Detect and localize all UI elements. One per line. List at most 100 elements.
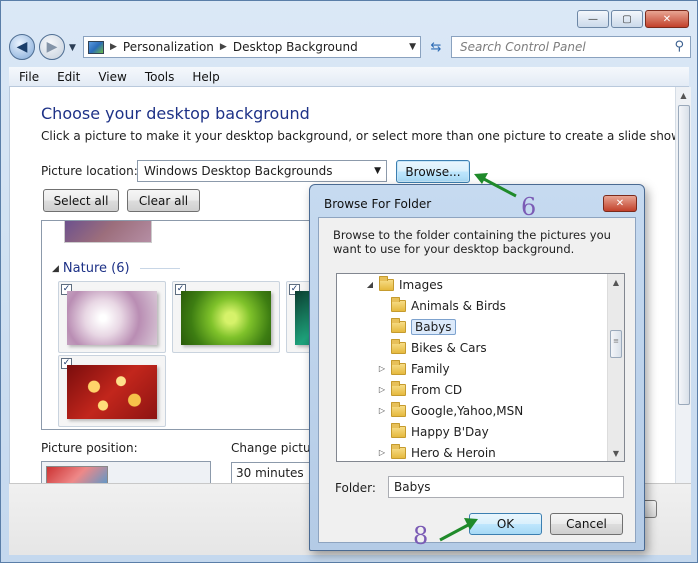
tree-item-from-cd[interactable]: ▷ From CD [377,379,462,400]
tree-item-images[interactable]: ◢ Images [365,274,443,295]
breadcrumb-separator-icon[interactable]: ▶ [220,42,227,52]
tree-item-hero-heroin[interactable]: ▷ Hero & Heroin [377,442,496,461]
scroll-up-icon[interactable]: ▲ [676,87,691,103]
collapsed-icon[interactable]: ▷ [377,364,387,373]
tree-item-bikes-cars[interactable]: Bikes & Cars [377,337,487,358]
minimize-button[interactable]: — [577,10,609,28]
folder-icon [391,443,406,459]
tree-item-animals-birds[interactable]: Animals & Birds [377,295,506,316]
menu-file[interactable]: File [11,70,47,84]
address-bar[interactable]: ▶ Personalization ▶ Desktop Background ▼ [83,36,421,58]
tree-item-label: Family [411,361,450,376]
scroll-up-icon[interactable]: ▲ [608,274,624,290]
dialog-close-button[interactable]: ✕ [603,195,637,212]
select-all-button[interactable]: Select all [43,189,119,212]
collapsed-icon[interactable]: ▷ [377,385,387,394]
folder-tree[interactable]: ◢ Images Animals & Birds Babys Bikes & C… [336,273,625,462]
collapsed-icon[interactable]: ▷ [377,448,387,457]
folder-icon [379,275,394,291]
wallpaper-image [181,291,271,345]
step-number-6: 6 [521,193,537,221]
breadcrumb-desktop-background[interactable]: Desktop Background [233,40,358,54]
browse-button[interactable]: Browse... [396,160,470,183]
control-panel-icon [88,40,104,54]
menu-help[interactable]: Help [184,70,227,84]
picture-location-value: Windows Desktop Backgrounds [144,164,333,178]
search-placeholder: Search Control Panel [460,40,586,54]
window-caption-buttons: — ▢ ✕ [577,10,689,28]
page-title: Choose your desktop background [41,104,310,123]
folder-label: Folder: [335,481,376,495]
menu-view[interactable]: View [90,70,134,84]
wallpaper-thumbnail[interactable] [64,221,152,243]
wallpaper-image [67,365,157,419]
navigation-bar: ◀ ▶ ▼ ▶ Personalization ▶ Desktop Backgr… [9,34,691,60]
tree-item-label: Google,Yahoo,MSN [411,403,524,418]
scroll-down-icon[interactable]: ▼ [608,445,624,461]
step-number-8: 8 [413,522,429,550]
tree-item-label: Babys [411,318,456,335]
picture-location-label: Picture location: [41,164,138,178]
menu-tools[interactable]: Tools [137,70,183,84]
search-icon[interactable]: ⚲ [674,39,684,54]
tree-item-label: Images [399,277,443,292]
tree-item-happy-bday[interactable]: Happy B'Day [377,421,489,442]
tree-scrollbar[interactable]: ▲ ≡ ▼ [607,274,624,461]
refresh-icon[interactable]: ⇆ [425,36,447,58]
position-preview-image [46,466,108,483]
page-description: Click a picture to make it your desktop … [41,129,684,143]
dialog-body: Browse to the folder containing the pict… [318,217,636,543]
picture-position-select[interactable] [41,461,211,483]
picture-position-label: Picture position: [41,441,138,455]
dialog-description: Browse to the folder containing the pict… [333,228,611,256]
tree-item-google-yahoo-msn[interactable]: ▷ Google,Yahoo,MSN [377,400,523,421]
recent-pages-dropdown[interactable]: ▼ [69,43,76,53]
maximize-button[interactable]: ▢ [611,10,643,28]
scrollbar-thumb[interactable]: ≡ [610,330,622,358]
tree-item-label: From CD [411,382,463,397]
address-dropdown-icon[interactable]: ▼ [409,42,416,52]
chevron-down-icon: ▼ [374,166,381,176]
tree-item-label: Bikes & Cars [411,340,487,355]
expanded-icon[interactable]: ◢ [365,280,375,289]
collapse-icon[interactable]: ◢ [52,264,59,274]
picture-gallery: ◢ Nature (6) ✓ ✓ ✓ ✓ [41,220,341,430]
breadcrumb-personalization[interactable]: Personalization [123,40,214,54]
collapsed-icon[interactable]: ▷ [377,406,387,415]
picture-location-select[interactable]: Windows Desktop Backgrounds ▼ [137,160,387,182]
wallpaper-tile[interactable]: ✓ [172,281,280,353]
folder-icon [391,422,406,438]
folder-icon [391,317,406,333]
tree-item-family[interactable]: ▷ Family [377,358,450,379]
hidden-button-edge[interactable] [645,500,657,518]
content-scrollbar[interactable]: ▲ [675,87,691,483]
scrollbar-thumb[interactable] [678,105,690,405]
browse-for-folder-dialog: Browse For Folder ✕ Browse to the folder… [309,184,645,551]
pointer-arrow-icon [439,518,478,542]
back-button[interactable]: ◀ [9,34,35,60]
pointer-arrow-icon [474,173,517,198]
menu-edit[interactable]: Edit [49,70,88,84]
menu-bar: File Edit View Tools Help [9,67,689,87]
cancel-button[interactable]: Cancel [550,513,623,535]
clear-all-button[interactable]: Clear all [127,189,200,212]
folder-icon [391,338,406,354]
wallpaper-tile[interactable]: ✓ [58,281,166,353]
group-header-nature[interactable]: ◢ Nature (6) [52,261,180,276]
folder-icon [391,380,406,396]
close-window-button[interactable]: ✕ [645,10,689,28]
tree-item-label: Hero & Heroin [411,445,496,460]
breadcrumb-separator-icon[interactable]: ▶ [110,42,117,52]
tree-item-label: Happy B'Day [411,424,489,439]
wallpaper-tile[interactable]: ✓ [58,355,166,427]
search-input[interactable]: Search Control Panel ⚲ [451,36,691,58]
folder-field[interactable]: Babys [388,476,624,498]
group-title: Nature (6) [62,261,130,276]
tree-item-babys[interactable]: Babys [377,316,456,337]
folder-icon [391,296,406,312]
forward-button[interactable]: ▶ [39,34,65,60]
folder-icon [391,359,406,375]
tree-item-label: Animals & Birds [411,298,506,313]
wallpaper-image [67,291,157,345]
group-divider [139,268,180,269]
